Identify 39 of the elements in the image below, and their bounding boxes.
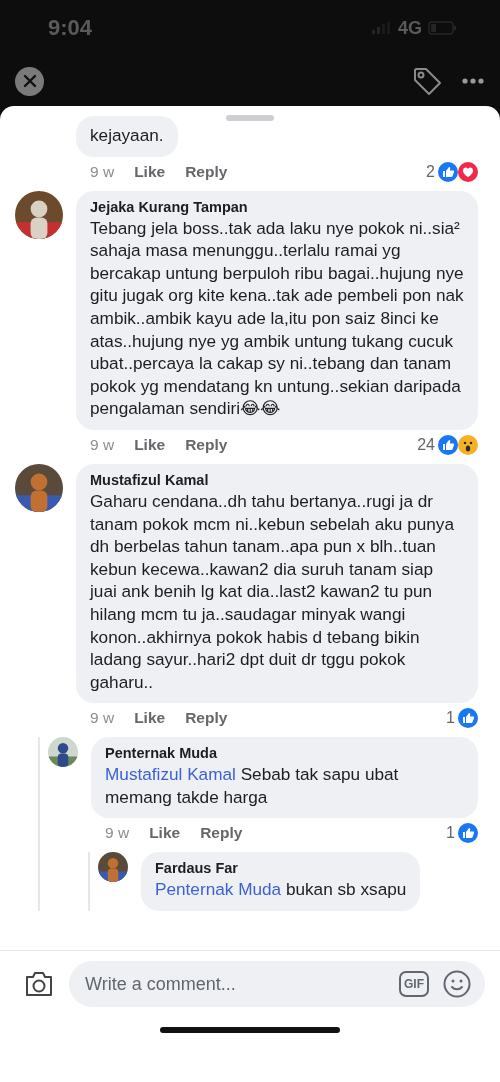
reply-link[interactable]: Reply bbox=[185, 435, 228, 454]
more-icon[interactable] bbox=[462, 78, 484, 84]
clock-time: 9:04 bbox=[48, 15, 93, 41]
comment-time: 9 w bbox=[105, 824, 130, 843]
mention-link[interactable]: Mustafizul Kamal bbox=[105, 764, 236, 785]
gif-button[interactable]: GIF bbox=[399, 971, 429, 997]
comment-text: Tebang jela boss..tak ada laku nye pokok ni..sia² sahaja masa menunggu..terlalu ramai yg bercakap untung berpuloh ribu bagai..hujung nye gitu jugak org kite kena..tak ade pembeli pon nak ambik..ambik kayu ade la,itu pon saiz 8inci ke atas..hujung nye yg ambik untung tukang cucuk ubat..percaya la cakap sy ni..tebang dan tanam pokok yg mendatang kn untung..sekian daripada pengalaman sendiri😂😂 bbox=[90, 216, 464, 420]
comment-time: 9 w bbox=[90, 162, 115, 181]
comment-time: 9 w bbox=[90, 709, 115, 728]
network-type: 4G bbox=[398, 17, 422, 39]
tag-icon[interactable] bbox=[412, 66, 442, 96]
signal-icon bbox=[372, 22, 392, 34]
like-link[interactable]: Like bbox=[134, 162, 166, 181]
camera-icon[interactable] bbox=[24, 971, 54, 997]
smiley-icon[interactable] bbox=[443, 970, 471, 998]
battery-icon bbox=[428, 21, 456, 35]
comment-author[interactable]: Fardaus Far bbox=[155, 860, 407, 877]
like-link[interactable]: Like bbox=[134, 709, 166, 728]
mention-link[interactable]: Penternak Muda bbox=[155, 879, 282, 900]
like-link[interactable]: Like bbox=[149, 824, 181, 843]
reply-link[interactable]: Reply bbox=[185, 162, 228, 181]
close-icon bbox=[22, 74, 37, 88]
comment-text: kejayaan. bbox=[90, 124, 164, 147]
comment-time: 9 w bbox=[90, 435, 115, 454]
comment-author[interactable]: Jejaka Kurang Tampan bbox=[90, 198, 464, 215]
comment-text: Penternak Muda bukan sb xsapu bbox=[155, 878, 407, 902]
reaction-count[interactable]: 2 bbox=[426, 162, 435, 181]
comment-text: Mustafizul Kamal Sebab tak sapu ubat memang takde harga bbox=[105, 763, 400, 809]
reply-link[interactable]: Reply bbox=[185, 709, 228, 728]
close-button[interactable] bbox=[15, 66, 44, 96]
comment-author[interactable]: Penternak Muda bbox=[105, 745, 464, 762]
comment-input[interactable]: Write a comment... GIF bbox=[69, 961, 485, 1007]
comment-author[interactable]: Mustafizul Kamal bbox=[90, 471, 464, 488]
reaction-count[interactable]: 24 bbox=[417, 435, 435, 454]
reply-link[interactable]: Reply bbox=[200, 824, 243, 843]
reaction-count[interactable]: 1 bbox=[446, 824, 455, 843]
comment-text: Gaharu cendana..dh tahu bertanya..rugi ja dr tanam pokok mcm ni..kebun sebelah aku punya dh berbelas tahun tanam..apa pun x blh..tuan kebun kecewa..kawan2 dia suruh tanam siap juai ank benih lg kat dia..last2 kawan2 tu pun hilang mcm tu ja..saudagar minyak wangi konon..akhirnya pokok habis d tebang bikin ladang sayur..hari2 dpt duit dr tggu pokok gaharu.. bbox=[90, 489, 456, 694]
reaction-count[interactable]: 1 bbox=[446, 709, 455, 728]
like-link[interactable]: Like bbox=[134, 435, 166, 454]
